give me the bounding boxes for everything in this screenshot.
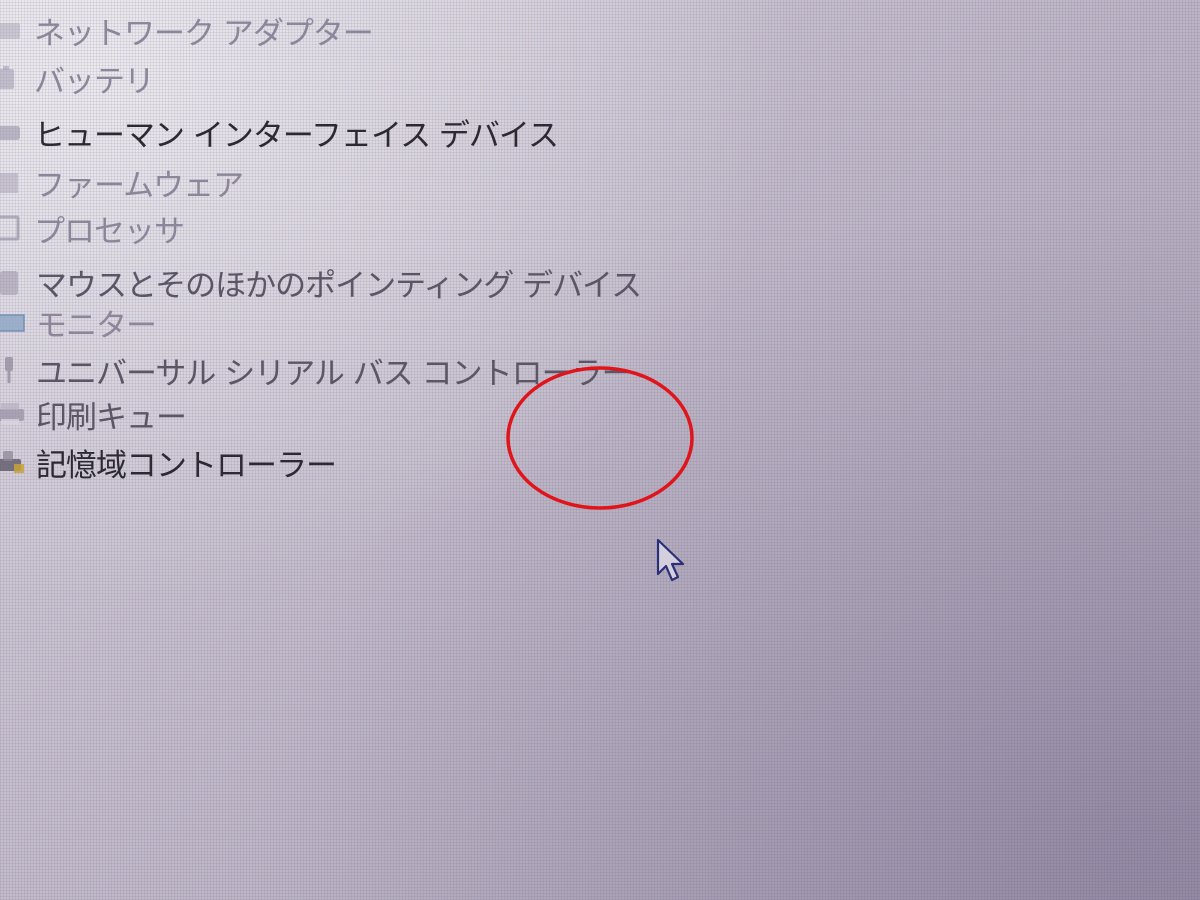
tree-item-label: ファームウェア — [34, 167, 244, 204]
printer-icon — [0, 399, 28, 429]
tree-item-human-interface-devices[interactable]: ヒューマン インターフェイス デバイス — [0, 112, 559, 154]
tree-item-label: モニター — [36, 307, 157, 344]
tree-item-label: ネットワーク アダプター — [34, 15, 374, 52]
tree-item-processors[interactable]: プロセッサ — [0, 208, 185, 250]
tree-item-label: 記憶域コントローラー — [36, 447, 337, 484]
tree-item-network-adapters[interactable]: ネットワーク アダプター — [0, 10, 374, 52]
device-category-tree: ネットワーク アダプター バッテリ ヒューマン インターフェイス デバイス ファ… — [0, 0, 760, 500]
tree-item-firmware[interactable]: ファームウェア — [0, 162, 244, 204]
battery-icon — [0, 63, 26, 93]
tree-item-monitors[interactable]: モニター — [0, 302, 157, 344]
mouse-cursor-icon — [656, 538, 685, 582]
tree-item-storage-controllers[interactable]: 記憶域コントローラー — [0, 442, 337, 484]
usb-controller-icon — [0, 355, 28, 385]
tree-item-mice-and-pointing-devices[interactable]: マウスとそのほかのポインティング デバイス — [0, 262, 642, 304]
mouse-icon — [0, 267, 28, 297]
tree-item-label: バッテリ — [34, 63, 155, 100]
tree-item-label: ユニバーサル シリアル バス コントローラー — [36, 355, 633, 392]
tree-item-usb-controllers[interactable]: ユニバーサル シリアル バス コントローラー — [0, 350, 633, 392]
tree-item-print-queues[interactable]: 印刷キュー — [0, 394, 187, 436]
tree-item-label: マウスとそのほかのポインティング デバイス — [36, 267, 642, 304]
tree-item-label: ヒューマン インターフェイス デバイス — [34, 117, 559, 154]
processor-icon — [0, 213, 26, 243]
tree-item-label: 印刷キュー — [36, 399, 187, 436]
network-adapter-icon — [0, 15, 26, 45]
human-interface-device-icon — [0, 117, 26, 147]
firmware-icon — [0, 167, 26, 197]
storage-controller-icon — [0, 447, 28, 477]
tree-item-batteries[interactable]: バッテリ — [0, 58, 155, 100]
monitor-icon — [0, 307, 28, 337]
tree-item-label: プロセッサ — [34, 213, 185, 250]
